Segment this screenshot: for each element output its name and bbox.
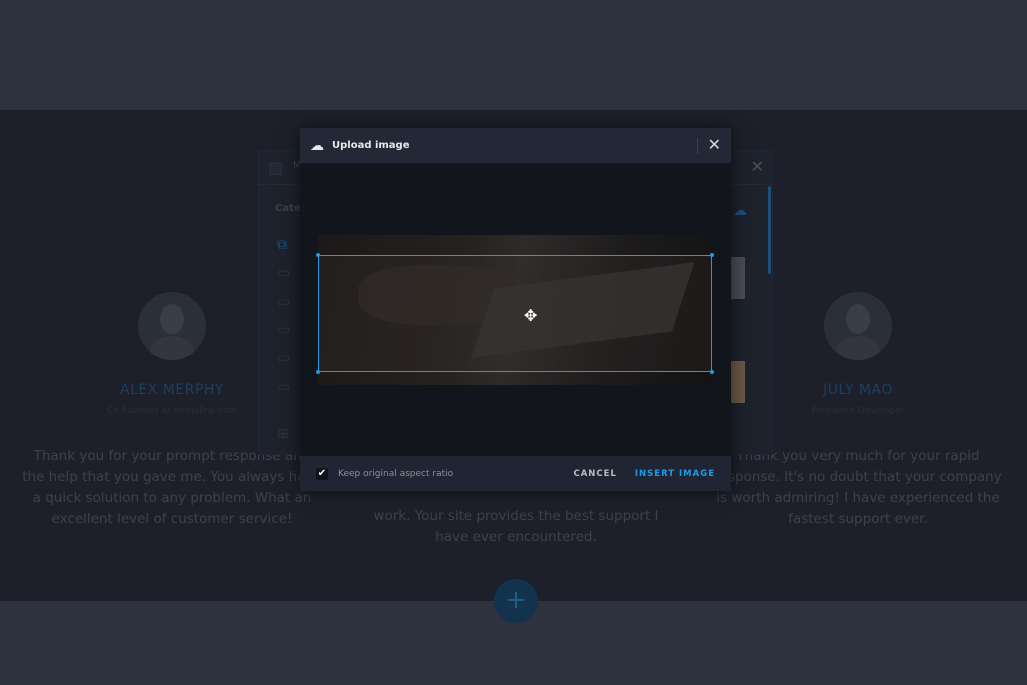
- testimonial-text: work. Your site provides the best suppor…: [373, 508, 659, 545]
- upload-cloud-icon: ☁: [310, 137, 324, 154]
- testimonial-card: work. Your site provides the best suppor…: [366, 482, 666, 548]
- keep-aspect-ratio-checkbox[interactable]: ✔: [316, 467, 328, 480]
- close-icon[interactable]: ✕: [751, 157, 764, 176]
- folder-icon[interactable]: ▭: [277, 265, 290, 281]
- crop-handle[interactable]: [710, 370, 714, 374]
- scrollbar[interactable]: [768, 186, 771, 274]
- insert-image-button[interactable]: INSERT IMAGE: [635, 469, 715, 479]
- divider: [697, 138, 698, 154]
- add-folder-icon[interactable]: ⊞: [277, 426, 289, 442]
- avatar: [824, 292, 892, 360]
- folder-icon[interactable]: ▭: [277, 350, 290, 366]
- testimonial-text: Thank you for your prompt response and t…: [22, 448, 322, 527]
- crop-handle[interactable]: [710, 253, 714, 257]
- media-thumbnail[interactable]: [729, 361, 745, 403]
- crop-handle[interactable]: [316, 370, 320, 374]
- testimonial-text: Thank you very much for your rapid respo…: [714, 448, 1002, 527]
- dialog-footer: ✔ Keep original aspect ratio CANCEL INSE…: [300, 456, 731, 491]
- folder-icon[interactable]: ▭: [277, 322, 290, 338]
- categories-icon[interactable]: ⧉: [277, 237, 287, 253]
- crop-area[interactable]: ✥: [316, 253, 714, 374]
- add-section-button[interactable]: +: [494, 579, 538, 623]
- close-icon[interactable]: ✕: [708, 136, 721, 154]
- avatar: [138, 292, 206, 360]
- image-icon: ▨: [268, 158, 284, 177]
- dialog-title: Upload image: [332, 140, 410, 151]
- folder-icon[interactable]: ▭: [277, 379, 290, 395]
- folder-icon[interactable]: ▭: [277, 294, 290, 310]
- upload-image-dialog: ☁ Upload image ✕ ✥ ✔ Keep original aspec…: [300, 128, 731, 491]
- upload-cloud-icon[interactable]: ☁: [733, 203, 747, 219]
- cancel-button[interactable]: CANCEL: [573, 469, 616, 479]
- media-thumbnail[interactable]: [729, 257, 745, 299]
- move-icon[interactable]: ✥: [524, 306, 537, 325]
- keep-aspect-ratio-label: Keep original aspect ratio: [338, 468, 454, 479]
- crop-handle[interactable]: [316, 253, 320, 257]
- page-header-band: [0, 0, 1027, 110]
